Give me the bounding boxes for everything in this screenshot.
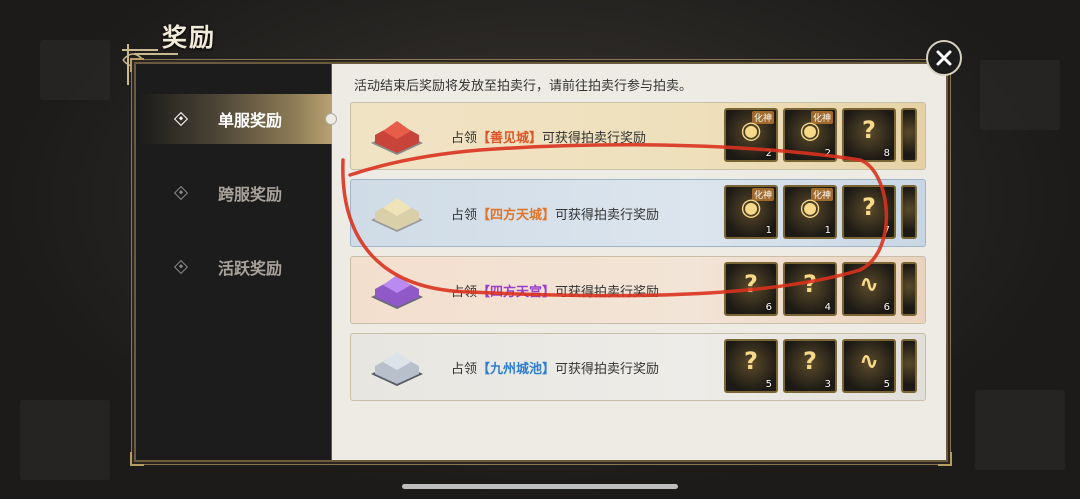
city-building-icon <box>371 275 423 309</box>
reward-item[interactable]: ? 6 <box>724 262 778 316</box>
sidebar: 单服奖励 跨服奖励 活跃奖励 <box>136 64 332 460</box>
row-description: 占领【九州城池】可获得拍卖行奖励 <box>451 362 660 377</box>
city-building-icon <box>371 121 423 155</box>
reward-item[interactable] <box>901 339 917 393</box>
reward-item[interactable]: 化神 ◉ 1 <box>783 185 837 239</box>
sidebar-item-cross-server[interactable]: 跨服奖励 <box>136 168 332 218</box>
reward-item[interactable] <box>901 185 917 239</box>
reward-item[interactable]: 化神 ◉ 2 <box>783 108 837 162</box>
reward-row: 占领【四方天城】可获得拍卖行奖励 化神 ◉ 1 化神 ◉ 1 ? 7 <box>350 179 926 247</box>
reward-item[interactable]: ? 4 <box>783 262 837 316</box>
background-tile <box>40 40 110 100</box>
background-tile <box>975 390 1065 470</box>
diamond-icon <box>173 111 189 127</box>
diamond-icon <box>173 185 189 201</box>
city-building-icon <box>371 198 423 232</box>
reward-row: 占领【九州城池】可获得拍卖行奖励 ? 5 ? 3 ∿ 5 <box>350 333 926 401</box>
reward-item[interactable] <box>901 108 917 162</box>
reward-item[interactable]: ∿ 6 <box>842 262 896 316</box>
reward-item[interactable]: ∿ 5 <box>842 339 896 393</box>
close-button[interactable] <box>926 40 962 76</box>
reward-items: ? 6 ? 4 ∿ 6 <box>724 262 917 316</box>
reward-item[interactable]: ? 3 <box>783 339 837 393</box>
sidebar-item-label: 活跃奖励 <box>218 259 283 278</box>
background-tile <box>980 60 1060 130</box>
reward-item[interactable]: 化神 ◉ 1 <box>724 185 778 239</box>
row-description: 占领【四方天城】可获得拍卖行奖励 <box>451 208 660 223</box>
reward-items: 化神 ◉ 1 化神 ◉ 1 ? 7 <box>724 185 917 239</box>
sidebar-item-activity[interactable]: 活跃奖励 <box>136 242 332 292</box>
reward-item[interactable]: ? 5 <box>724 339 778 393</box>
reward-items: ? 5 ? 3 ∿ 5 <box>724 339 917 393</box>
reward-item[interactable]: ? 8 <box>842 108 896 162</box>
close-icon <box>936 50 952 66</box>
row-description: 占领【善见城】可获得拍卖行奖励 <box>451 131 647 146</box>
sidebar-item-label: 跨服奖励 <box>218 185 283 204</box>
city-name: 【九州城池】 <box>477 362 556 377</box>
city-name: 【四方天宫】 <box>477 285 556 300</box>
notice-text: 活动结束后奖励将发放至拍卖行，请前往拍卖行参与拍卖。 <box>354 79 693 94</box>
diamond-icon <box>173 259 189 275</box>
sidebar-item-single-server[interactable]: 单服奖励 <box>136 94 332 144</box>
row-description: 占领【四方天宫】可获得拍卖行奖励 <box>451 285 660 300</box>
city-name: 【四方天城】 <box>477 208 556 223</box>
background-tile <box>20 400 110 480</box>
home-indicator <box>402 484 678 489</box>
reward-row: 占领【善见城】可获得拍卖行奖励 化神 ◉ 2 化神 ◉ 2 ? 8 <box>350 102 926 170</box>
sidebar-item-label: 单服奖励 <box>218 111 283 130</box>
city-building-icon <box>371 352 423 386</box>
reward-item[interactable]: 化神 ◉ 2 <box>724 108 778 162</box>
reward-items: 化神 ◉ 2 化神 ◉ 2 ? 8 <box>724 108 917 162</box>
reward-row: 占领【四方天宫】可获得拍卖行奖励 ? 6 ? 4 ∿ 6 <box>350 256 926 324</box>
city-name: 【善见城】 <box>477 131 543 146</box>
reward-item[interactable]: ? 7 <box>842 185 896 239</box>
active-indicator <box>325 113 337 125</box>
reward-item[interactable] <box>901 262 917 316</box>
